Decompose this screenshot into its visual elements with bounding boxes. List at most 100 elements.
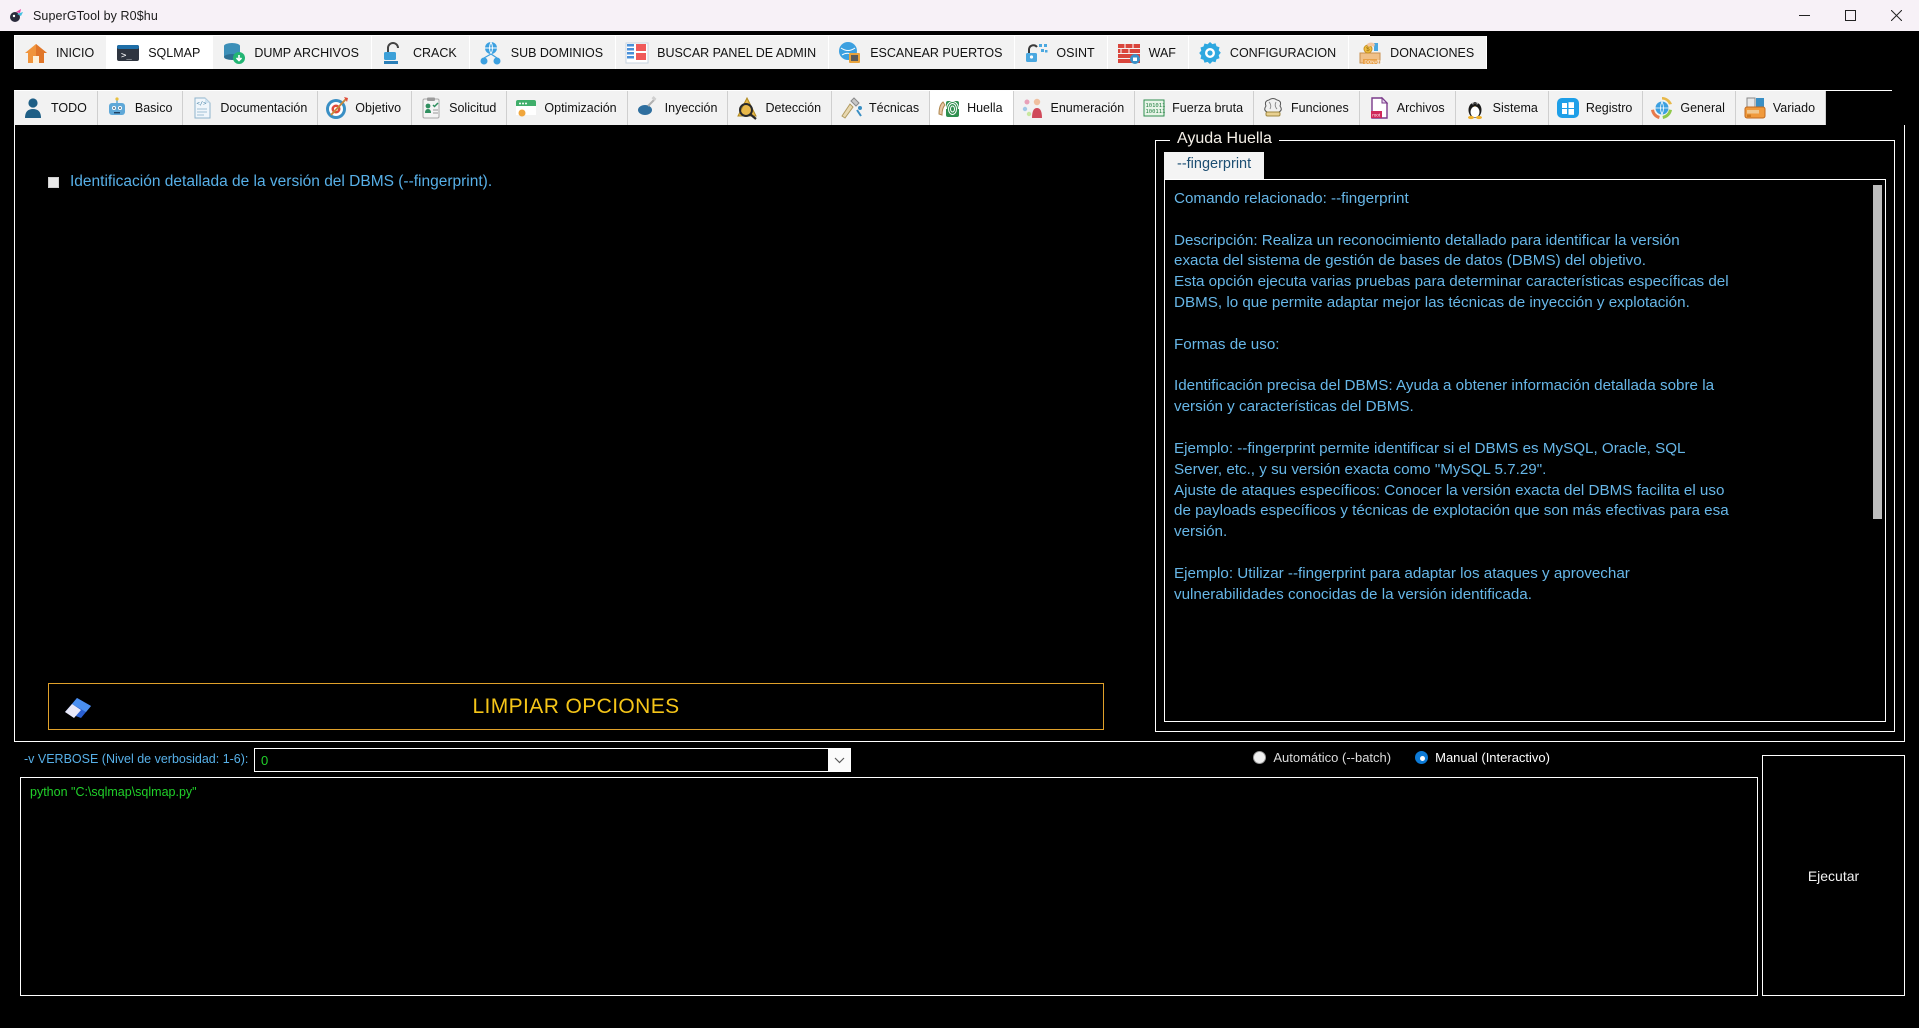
main-tab-osint[interactable]: OSINT: [1015, 36, 1108, 69]
brain-icon: [1261, 96, 1285, 120]
sub-tab-archivos[interactable]: root Archivos: [1359, 91, 1456, 125]
sub-tab-general[interactable]: General: [1643, 91, 1736, 125]
sub-tab-label: Archivos: [1396, 101, 1445, 115]
sub-tab-label: Funciones: [1291, 101, 1349, 115]
execute-button-label: Ejecutar: [1807, 867, 1860, 884]
help-tabstrip: --fingerprint: [1164, 152, 1265, 180]
main-tab-crack[interactable]: CRACK: [371, 36, 470, 69]
eraser-icon: [61, 694, 95, 720]
execute-button[interactable]: Ejecutar: [1762, 755, 1905, 996]
svg-text:DONATE: DONATE: [1365, 59, 1383, 64]
help-scrollbar-thumb[interactable]: [1873, 185, 1882, 519]
toolbox-icon: [1743, 96, 1767, 120]
main-tab-label: CONFIGURACION: [1229, 45, 1337, 60]
sub-tab-inyeccion[interactable]: Inyección: [627, 91, 729, 125]
option-fingerprint-row[interactable]: Identificación detallada de la versión d…: [48, 173, 492, 191]
sub-tab-label: Basico: [134, 101, 173, 115]
main-tab-label: WAF: [1148, 45, 1176, 60]
sub-tab-label: Técnicas: [869, 101, 920, 115]
sub-tab-label: Solicitud: [449, 101, 497, 115]
main-tab-sqlmap[interactable]: >_ SQLMAP: [107, 36, 214, 69]
terminal-icon: >_: [115, 40, 141, 66]
sub-tab-documentacion[interactable]: </> Documentación: [183, 91, 319, 125]
sub-tab-huella[interactable]: Huella: [930, 91, 1014, 125]
sub-tab-basico[interactable]: Basico: [97, 91, 184, 125]
help-tab-fingerprint[interactable]: --fingerprint: [1164, 152, 1265, 180]
sub-tab-solicitud[interactable]: Solicitud: [412, 91, 508, 125]
title-bar: SuperGTool by R0$hu: [0, 0, 1919, 31]
main-tab-dump-archivos[interactable]: DUMP ARCHIVOS: [213, 36, 372, 69]
sub-tab-tecnicas[interactable]: Técnicas: [832, 91, 931, 125]
house-icon: [23, 40, 49, 66]
mode-radio-automatic[interactable]: Automático (--batch): [1253, 750, 1391, 765]
sub-tab-optimizacion[interactable]: Optimización: [507, 91, 628, 125]
window-icon: [514, 96, 538, 120]
unlock-icon: [380, 40, 406, 66]
mode-radio-automatic-label: Automático (--batch): [1273, 750, 1392, 765]
close-button[interactable]: [1873, 0, 1919, 31]
command-console[interactable]: python "C:\sqlmap\sqlmap.py": [20, 777, 1758, 996]
verbose-label: -v VERBOSE (Nivel de verbosidad: 1-6):: [24, 752, 249, 766]
app-icon: [9, 8, 25, 24]
main-tab-configuracion[interactable]: CONFIGURACION: [1188, 36, 1350, 69]
sub-tab-label: TODO: [51, 101, 87, 115]
main-tab-waf[interactable]: WAF: [1107, 36, 1189, 69]
linux-penguin-icon: [1463, 96, 1487, 120]
sub-tab-label: Sistema: [1492, 101, 1538, 115]
document-code-icon: </>: [190, 96, 214, 120]
sub-tab-sistema[interactable]: Sistema: [1455, 91, 1549, 125]
main-tab-buscar-panel-de-admin[interactable]: BUSCAR PANEL DE ADMIN: [616, 36, 830, 69]
syringe-icon: [635, 96, 659, 120]
main-tab-label: BUSCAR PANEL DE ADMIN: [657, 45, 817, 60]
sub-tab-funciones[interactable]: Funciones: [1254, 91, 1360, 125]
sub-tab-label: Detección: [765, 101, 822, 115]
console-command-line: python "C:\sqlmap\sqlmap.py": [30, 785, 197, 799]
window-title: SuperGTool by R0$hu: [33, 8, 158, 23]
sub-tab-fuerza-bruta[interactable]: 101011 100111 Fuerza bruta: [1135, 91, 1255, 125]
main-tab-label: DONACIONES: [1390, 45, 1475, 60]
people-icon: [1021, 96, 1045, 120]
main-tab-sub-dominios[interactable]: SUB DOMINIOS: [469, 36, 617, 69]
radio-dot: [1253, 751, 1267, 764]
main-tab-donaciones[interactable]: DONATE $ DONACIONES: [1349, 36, 1488, 69]
sub-tab-label: Optimización: [544, 101, 617, 115]
sub-tab-label: Registro: [1585, 101, 1633, 115]
sub-tab-enumeracion[interactable]: Enumeración: [1013, 91, 1136, 125]
main-tab-label: SUB DOMINIOS: [510, 45, 604, 60]
main-tab-label: DUMP ARCHIVOS: [254, 45, 359, 60]
help-tab-label: --fingerprint: [1177, 156, 1252, 172]
verbose-combobox[interactable]: 0: [254, 748, 851, 772]
radio-dot: [1415, 751, 1429, 764]
sub-tab-registro[interactable]: Registro: [1548, 91, 1644, 125]
main-tab-escanear-puertos[interactable]: ESCANEAR PUERTOS: [829, 36, 1016, 69]
globe-cycle-icon: [1650, 96, 1674, 120]
port-scan-icon: [837, 40, 863, 66]
open-lock-icon: [1023, 40, 1049, 66]
main-tab-label: OSINT: [1056, 45, 1095, 60]
chevron-down-icon[interactable]: [828, 749, 850, 771]
sub-tab-label: Documentación: [220, 101, 308, 115]
sub-tab-label: Huella: [967, 101, 1003, 115]
content-area: Identificación detallada de la versión d…: [14, 125, 1905, 742]
maximize-button[interactable]: [1827, 0, 1873, 31]
sub-tab-objetivo[interactable]: Objetivo: [318, 91, 413, 125]
svg-text:root: root: [1372, 112, 1381, 117]
gear-icon: [1197, 40, 1223, 66]
clear-options-button[interactable]: LIMPIAR OPCIONES: [48, 683, 1104, 730]
sub-tab-variado[interactable]: Variado: [1735, 91, 1827, 125]
sub-tab-deteccion[interactable]: Detección: [728, 91, 833, 125]
mode-radio-manual[interactable]: Manual (Interactivo): [1415, 750, 1550, 765]
database-down-icon: [221, 40, 247, 66]
sub-tab-label: Objetivo: [355, 101, 402, 115]
fingerprint-label: Identificación detallada de la versión d…: [70, 173, 493, 190]
main-tab-inicio[interactable]: INICIO: [15, 36, 108, 69]
fingerprint-checkbox[interactable]: [48, 176, 59, 188]
help-scrollbar[interactable]: [1873, 185, 1882, 718]
main-tab-label: ESCANEAR PUERTOS: [870, 45, 1003, 60]
verbose-value: 0: [261, 752, 269, 768]
window-controls: [1781, 0, 1919, 31]
help-text-panel: Comando relacionado: --fingerprint Descr…: [1164, 179, 1886, 722]
minimize-button[interactable]: [1781, 0, 1827, 31]
sub-tab-todo[interactable]: TODO: [14, 91, 98, 125]
windows-icon: [1556, 96, 1580, 120]
